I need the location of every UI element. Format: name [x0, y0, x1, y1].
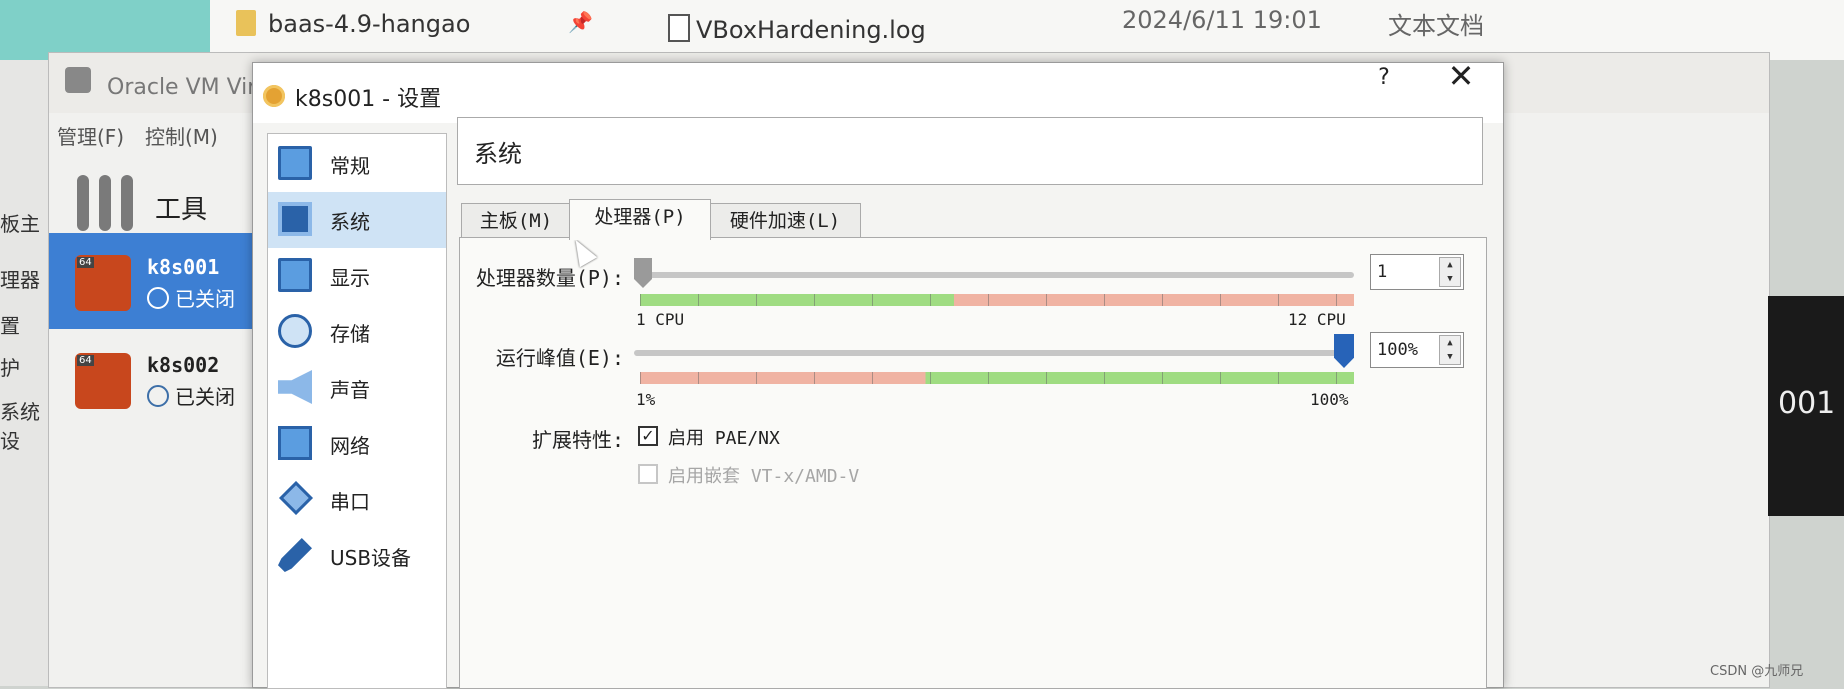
nested-vtx-checkbox[interactable] [638, 464, 658, 484]
category-label: 串口 [330, 490, 370, 514]
text-file-icon [668, 14, 690, 42]
settings-dialog: k8s001 - 设置 ? ✕ 常规 系统 显示 存储 声音 网络 串口 USB… [252, 57, 1504, 689]
edge-label: 理器 [0, 268, 40, 292]
exec-cap-spinbox[interactable]: 100% ▲ ▼ [1370, 332, 1464, 368]
dialog-title: k8s001 - 设置 [295, 87, 442, 112]
help-button[interactable]: ? [1369, 65, 1399, 90]
category-label: 显示 [330, 266, 370, 290]
file-name[interactable]: VBoxHardening.log [696, 16, 926, 44]
exec-cap-slider[interactable] [634, 350, 1354, 356]
file-type: 文本文档 [1388, 12, 1484, 40]
cpu-max-label: 12 CPU [1288, 310, 1346, 329]
tools-icon [77, 167, 137, 237]
edge-label: 板主 [0, 212, 40, 236]
monitor-icon [278, 146, 312, 180]
menu-manage[interactable]: 管理(F) [57, 121, 124, 150]
nested-vtx-label: 启用嵌套 VT-x/AMD-V [668, 466, 860, 487]
background-window-edge: 板主 理器 置 护 系统设 [0, 60, 48, 686]
exec-min-label: 1% [636, 390, 656, 409]
network-icon [278, 426, 312, 460]
extended-features-label: 扩展特性: [531, 428, 624, 452]
power-off-icon [147, 287, 169, 309]
exec-scale-ticks [640, 372, 1354, 384]
dialog-titlebar: k8s001 - 设置 [253, 63, 1503, 123]
power-off-icon [147, 385, 169, 407]
category-audio[interactable]: 声音 [268, 360, 446, 416]
category-storage[interactable]: 存储 [268, 304, 446, 360]
vm-preview-text: 001 [1778, 386, 1836, 421]
vm-name: k8s001 [147, 255, 220, 279]
cpu-count-spinbox[interactable]: 1 ▲ ▼ [1370, 254, 1464, 290]
cpu-min-label: 1 CPU [636, 310, 685, 329]
edge-label: 置 [0, 314, 20, 338]
virtualbox-icon [65, 67, 91, 93]
folder-icon [236, 10, 256, 36]
cpu-scale-ticks [640, 294, 1354, 306]
category-label: 声音 [330, 378, 370, 402]
category-label: 系统 [330, 210, 370, 234]
category-label: 存储 [330, 322, 370, 346]
category-display[interactable]: 显示 [268, 248, 446, 304]
section-title: 系统 [474, 140, 522, 168]
usb-icon [278, 538, 312, 572]
display-icon [278, 258, 312, 292]
file-explorer-background: baas-4.9-hangao 📌 VBoxHardening.log 2024… [0, 0, 1844, 60]
exec-cap-label: 运行峰值(E): [495, 346, 624, 370]
section-header: 系统 [457, 117, 1483, 185]
tab-processor[interactable]: 处理器(P) [569, 199, 711, 240]
close-button[interactable]: ✕ [1441, 57, 1481, 95]
vm-os-icon: 64 [75, 255, 131, 311]
speaker-icon [278, 370, 312, 404]
disk-icon [278, 314, 312, 348]
category-network[interactable]: 网络 [268, 416, 446, 472]
category-system[interactable]: 系统 [268, 192, 446, 248]
folder-name[interactable]: baas-4.9-hangao [268, 10, 470, 38]
pae-nx-label[interactable]: 启用 PAE/NX [668, 424, 780, 450]
vm-status: 已关闭 [147, 283, 235, 312]
exec-slider-handle[interactable] [1334, 334, 1354, 368]
category-usb[interactable]: USB设备 [268, 528, 446, 584]
category-label: 网络 [330, 434, 370, 458]
edge-label: 护 [0, 356, 20, 380]
cpu-slider-handle[interactable] [634, 258, 652, 288]
vm-preview-panel: 001 [1768, 296, 1844, 516]
vm-status: 已关闭 [147, 381, 235, 410]
cpu-count-label: 处理器数量(P): [475, 266, 624, 290]
explorer-sidebar-strip [0, 0, 210, 60]
cpu-count-slider[interactable] [634, 272, 1354, 278]
processor-tab-panel: 处理器数量(P): 1 CPU 12 CPU 1 ▲ ▼ 运行峰值(E): 1% … [459, 234, 1487, 689]
tab-motherboard[interactable]: 主板(M) [461, 203, 571, 238]
tools-label: 工具 [155, 195, 208, 225]
file-date: 2024/6/11 19:01 [1122, 6, 1322, 34]
category-label: 常规 [330, 154, 370, 178]
menu-control[interactable]: 控制(M) [145, 121, 218, 150]
pae-nx-checkbox[interactable]: ✓ [638, 426, 658, 446]
category-general[interactable]: 常规 [268, 136, 446, 192]
serial-icon [279, 481, 313, 515]
vm-os-icon: 64 [75, 353, 131, 409]
chip-icon [278, 202, 312, 236]
watermark: CSDN @九师兄 [1710, 664, 1804, 679]
category-serial[interactable]: 串口 [268, 472, 446, 528]
spin-arrows-icon[interactable]: ▲ ▼ [1439, 335, 1461, 365]
tab-acceleration[interactable]: 硬件加速(L) [709, 203, 861, 238]
spin-arrows-icon[interactable]: ▲ ▼ [1439, 257, 1461, 287]
category-label: USB设备 [330, 546, 412, 570]
vm-name: k8s002 [147, 353, 220, 377]
exec-max-label: 100% [1310, 390, 1349, 409]
pin-icon[interactable]: 📌 [568, 10, 593, 34]
settings-category-list: 常规 系统 显示 存储 声音 网络 串口 USB设备 [267, 133, 447, 689]
edge-label: 系统设 [0, 400, 40, 453]
settings-gear-icon [263, 85, 285, 107]
